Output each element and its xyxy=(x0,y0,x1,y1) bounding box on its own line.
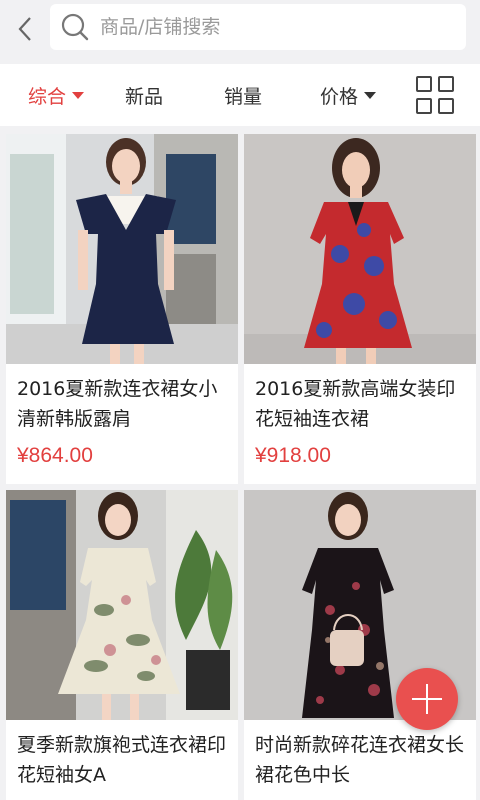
product-title: 2016夏新款高端女装印花短袖连衣裙 xyxy=(255,378,456,430)
sort-tab-sales[interactable]: 销量 xyxy=(224,64,262,126)
search-bar[interactable] xyxy=(50,4,466,50)
search-icon xyxy=(50,4,100,50)
product-title: 2016夏新款连衣裙女小清新韩版露肩 xyxy=(17,378,218,430)
product-title: 夏季新款旗袍式连衣裙印花短袖女A xyxy=(17,734,227,786)
product-image xyxy=(6,490,238,720)
top-bar xyxy=(0,0,480,58)
product-title: 时尚新款碎花连衣裙女长裙花色中长 xyxy=(255,734,465,786)
caret-down-icon xyxy=(72,91,85,99)
sort-tab-label: 价格 xyxy=(320,85,359,108)
sort-tab-price[interactable]: 价格 xyxy=(320,64,377,126)
add-button[interactable] xyxy=(396,668,458,730)
product-image xyxy=(6,134,238,364)
sort-tab-label: 综合 xyxy=(28,85,67,108)
sort-tab-new[interactable]: 新品 xyxy=(125,64,163,126)
chevron-left-icon xyxy=(18,17,31,41)
sort-tab-comprehensive[interactable]: 综合 xyxy=(28,64,85,126)
product-card[interactable]: 时尚新款碎花连衣裙女长裙花色中长 xyxy=(244,490,476,800)
product-price: ¥864.00 xyxy=(17,444,93,467)
caret-down-icon xyxy=(364,91,377,99)
product-card[interactable]: 2016夏新款连衣裙女小清新韩版露肩 ¥864.00 xyxy=(6,134,238,484)
sort-tab-label: 销量 xyxy=(224,85,263,108)
product-image xyxy=(244,134,476,364)
product-price: ¥918.00 xyxy=(255,444,331,467)
back-button[interactable] xyxy=(0,0,50,58)
product-card[interactable]: 夏季新款旗袍式连衣裙印花短袖女A xyxy=(6,490,238,800)
sort-tab-label: 新品 xyxy=(125,85,164,108)
sort-bar: 综合 新品 销量 价格 xyxy=(0,64,480,126)
plus-icon xyxy=(412,684,442,714)
search-input[interactable] xyxy=(100,7,440,47)
grid-view-icon[interactable] xyxy=(416,76,456,116)
product-card[interactable]: 2016夏新款高端女装印花短袖连衣裙 ¥918.00 xyxy=(244,134,476,484)
